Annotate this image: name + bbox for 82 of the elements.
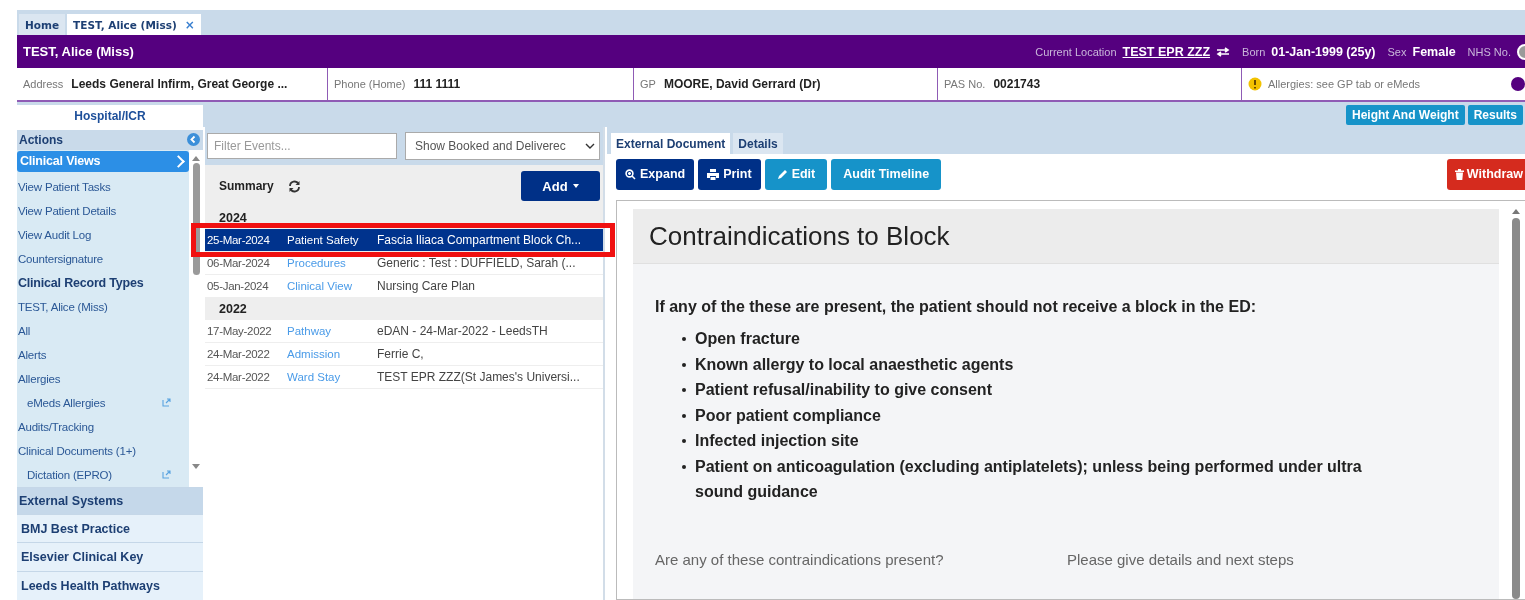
sidebar-item[interactable]: View Patient Tasks bbox=[17, 174, 189, 199]
bullet-item: Poor patient compliance bbox=[681, 402, 1385, 428]
close-icon[interactable]: × bbox=[184, 17, 195, 32]
detail-label: Phone (Home) bbox=[334, 78, 406, 90]
sidebar-item[interactable]: Clinical Documents (1+) bbox=[17, 438, 189, 463]
sidebar-item[interactable]: Dictation (EPRO) bbox=[17, 462, 189, 487]
detail-value: 111 1111 bbox=[413, 77, 461, 91]
event-type: Admission bbox=[287, 348, 342, 360]
event-row[interactable]: 06-Mar-2024 Procedures Generic : Test : DUFFIELD, Sarah (... bbox=[205, 252, 603, 275]
event-type: Ward Stay bbox=[287, 371, 342, 383]
intro-text: If any of the these are present, the patient should not receive a block in the ED: bbox=[655, 298, 1257, 316]
actions-title: Actions bbox=[19, 132, 63, 147]
location-link[interactable]: TEST EPR ZZZ bbox=[1122, 44, 1211, 59]
event-description: Nursing Care Plan bbox=[377, 279, 476, 293]
sidebar-item[interactable]: eMeds Allergies bbox=[17, 390, 189, 415]
born-label: Born bbox=[1242, 45, 1266, 58]
bullet-item: Patient refusal/inability to give consent bbox=[681, 377, 1385, 403]
filter-field[interactable]: Filter Events... bbox=[207, 133, 397, 159]
event-date: 24-Mar-2022 bbox=[206, 371, 271, 383]
allergies-note: Allergies: see GP tab or eMeds bbox=[1268, 78, 1421, 90]
detail-label: Address bbox=[23, 78, 64, 90]
toolbar-button[interactable]: Print bbox=[698, 158, 761, 190]
sidebar-section[interactable]: Leeds Health Pathways bbox=[17, 571, 203, 600]
show-dropdown[interactable]: Show Booked and Deliverec bbox=[405, 132, 600, 160]
question-label: Are any of these contraindications present? bbox=[655, 550, 945, 568]
detail-value: MOORE, David Gerrard (Dr) bbox=[663, 77, 821, 91]
sidebar-item[interactable]: TEST, Alice (Miss) bbox=[17, 294, 189, 319]
event-date: 25-Mar-2024 bbox=[206, 234, 271, 246]
detail-value: Leeds General Infirm, Great George ... bbox=[71, 77, 288, 91]
event-description: Fascia Iliaca Compartment Block Ch... bbox=[377, 233, 582, 247]
bullet-item: Patient on anticoagulation (excluding antiplatelets); unless being performed under ultra sound guidance bbox=[681, 453, 1385, 505]
detail-label: PAS No. bbox=[944, 78, 986, 90]
event-date: 05-Jan-2024 bbox=[206, 280, 270, 292]
section-tab[interactable]: Hospital/ICR bbox=[17, 105, 203, 127]
sidebar-item[interactable]: Allergies bbox=[17, 366, 189, 391]
sidebar-section[interactable]: External Systems bbox=[17, 486, 203, 514]
sidebar-item[interactable]: Countersignature bbox=[17, 246, 189, 271]
event-description: eDAN - 24-Mar-2022 - LeedsTH bbox=[377, 324, 548, 338]
patient-name: TEST, Alice (Miss) bbox=[23, 44, 134, 59]
event-type: Pathway bbox=[287, 325, 333, 337]
year-heading: 2022 bbox=[205, 298, 603, 320]
sex-value: Female bbox=[1412, 44, 1456, 59]
bullet-item: Known allergy to local anaesthetic agents bbox=[681, 351, 1385, 377]
sidebar-item[interactable]: Alerts bbox=[17, 342, 189, 367]
event-description: TEST EPR ZZZ(St James's Universi... bbox=[377, 370, 580, 384]
event-row[interactable]: 24-Mar-2022 Ward Stay TEST EPR ZZZ(St James's Universi... bbox=[205, 366, 603, 389]
event-row[interactable]: 25-Mar-2024 Patient Safety Fascia Iliaca Compartment Block Ch... bbox=[205, 229, 603, 252]
sidebar-item[interactable]: Audits/Tracking bbox=[17, 414, 189, 439]
location-label: Current Location bbox=[1035, 45, 1117, 58]
born-value: 01-Jan-1999 (25y) bbox=[1271, 44, 1376, 59]
event-date: 24-Mar-2022 bbox=[206, 348, 271, 360]
sidebar-section[interactable]: BMJ Best Practice bbox=[17, 513, 203, 543]
bullet-item: Open fracture bbox=[681, 326, 1385, 352]
toolbar-button[interactable]: Expand bbox=[616, 158, 695, 190]
withdraw-button[interactable]: Withdraw bbox=[1446, 158, 1525, 190]
sidebar-item[interactable]: View Audit Log bbox=[17, 222, 189, 247]
document-tab[interactable]: Details bbox=[733, 133, 783, 154]
event-type: Patient Safety bbox=[287, 234, 360, 246]
event-description: Ferrie C, bbox=[377, 347, 424, 361]
question-label: Please give details and next steps bbox=[1067, 550, 1295, 568]
document-tab[interactable]: External Document bbox=[611, 133, 731, 154]
detail-value: 0021743 bbox=[993, 77, 1041, 91]
summary-title: Summary bbox=[219, 179, 274, 193]
document-title: Contraindications to Block bbox=[633, 209, 1499, 264]
patient-tab[interactable]: TEST, Alice (Miss) × bbox=[67, 14, 201, 35]
sidebar-item[interactable]: View Patient Details bbox=[17, 198, 189, 223]
sidebar-section[interactable]: Elsevier Clinical Key bbox=[17, 542, 203, 572]
patient-tab[interactable]: Home bbox=[19, 14, 66, 35]
sidebar-heading: Clinical Record Types bbox=[17, 274, 145, 292]
nhs-label: NHS No. bbox=[1467, 45, 1511, 58]
bullet-item: Infected injection site bbox=[681, 428, 1385, 454]
event-type: Procedures bbox=[287, 257, 347, 269]
event-date: 06-Mar-2024 bbox=[206, 257, 271, 269]
event-row[interactable]: 24-Mar-2022 Admission Ferrie C, bbox=[205, 343, 603, 366]
event-row[interactable]: 17-May-2022 Pathway eDAN - 24-Mar-2022 - LeedsTH bbox=[205, 320, 603, 343]
sidebar-item[interactable]: All bbox=[17, 318, 189, 343]
event-description: Generic : Test : DUFFIELD, Sarah (... bbox=[377, 256, 576, 270]
add-button[interactable]: Add bbox=[521, 171, 600, 201]
sex-label: Sex bbox=[1387, 45, 1407, 58]
event-type: Clinical View bbox=[287, 280, 353, 292]
event-date: 17-May-2022 bbox=[206, 325, 273, 337]
detail-label: GP bbox=[640, 78, 656, 90]
